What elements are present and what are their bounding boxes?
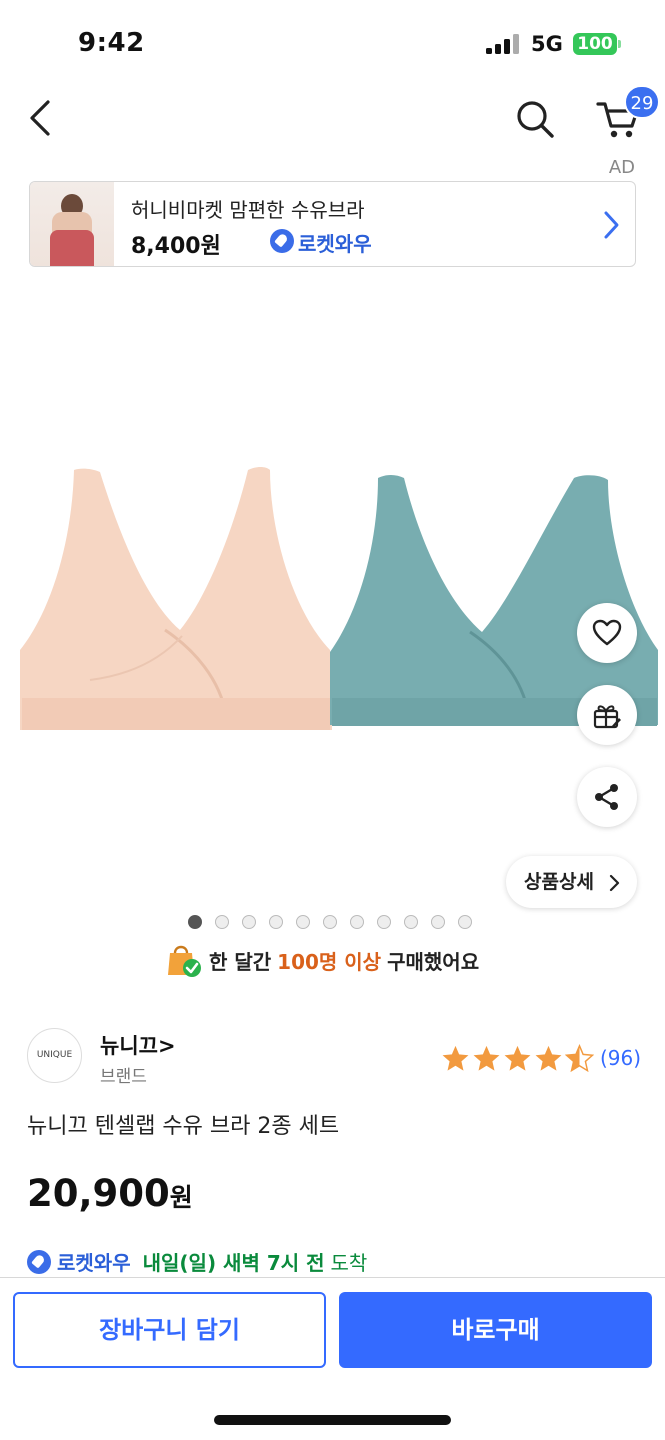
- home-indicator[interactable]: [214, 1415, 451, 1425]
- peach-bra-image: [20, 467, 332, 730]
- rocket-icon: [270, 229, 294, 253]
- page-dot[interactable]: [377, 915, 391, 929]
- popularity-banner: 한 달간 100명 이상 구매했어요: [165, 940, 479, 980]
- delivery-badge: 로켓와우: [57, 1251, 131, 1275]
- product-title: 뉴니끄 텐셀랩 수유 브라 2종 세트: [27, 1114, 340, 1139]
- review-count-link[interactable]: (96): [600, 1046, 641, 1070]
- star-icon: [442, 1045, 469, 1071]
- shopping-bag-check-icon: [168, 945, 201, 977]
- popularity-prefix: 한 달간: [209, 949, 272, 974]
- ad-thumbnail: [30, 182, 114, 266]
- share-icon: [595, 784, 618, 810]
- status-time: 9:42: [78, 28, 145, 58]
- product-detail-label: 상품상세: [524, 871, 594, 893]
- brand-label: 브랜드: [100, 1067, 147, 1087]
- page-dot[interactable]: [242, 915, 256, 929]
- signal-icon: [486, 34, 520, 54]
- star-icon: [535, 1045, 562, 1071]
- rating-stars[interactable]: [441, 1044, 594, 1073]
- image-pagination: [188, 915, 472, 929]
- gift-rocket-icon: [593, 705, 621, 729]
- delivery-info: 로켓와우 내일(일) 새벽 7시 전 도착: [27, 1247, 367, 1276]
- share-button[interactable]: [577, 767, 637, 827]
- price-value: 20,900: [27, 1172, 170, 1215]
- chevron-left-icon: [30, 100, 50, 136]
- search-icon: [517, 101, 554, 138]
- network-label: 5G: [531, 32, 563, 56]
- page-dot[interactable]: [323, 915, 337, 929]
- brand-name-link[interactable]: 뉴니끄>: [100, 1030, 176, 1060]
- page-dot[interactable]: [296, 915, 310, 929]
- ad-title: 허니비마켓 맘편한 수유브라: [131, 198, 365, 222]
- half-star-icon: [565, 1044, 594, 1073]
- page-dot[interactable]: [404, 915, 418, 929]
- star-icon: [504, 1045, 531, 1071]
- product-image[interactable]: [0, 280, 665, 900]
- page-dot[interactable]: [431, 915, 445, 929]
- brand-logo[interactable]: UNIQUE: [27, 1028, 82, 1083]
- buy-now-button[interactable]: 바로구매: [339, 1292, 652, 1368]
- chevron-right-icon: [609, 874, 620, 892]
- page-dot[interactable]: [350, 915, 364, 929]
- ad-banner[interactable]: 허니비마켓 맘편한 수유브라 8,400원 로켓와우: [29, 181, 636, 267]
- product-price: 20,900원: [27, 1172, 193, 1215]
- rocket-icon: [27, 1249, 51, 1274]
- star-icon: [473, 1045, 500, 1071]
- price-currency: 원: [169, 1183, 193, 1212]
- cart-count-badge: 29: [624, 85, 660, 119]
- page-dot[interactable]: [269, 915, 283, 929]
- page-dot[interactable]: [458, 915, 472, 929]
- heart-icon: [592, 619, 622, 646]
- gift-button[interactable]: [577, 685, 637, 745]
- page-dot[interactable]: [188, 915, 202, 929]
- wishlist-button[interactable]: [577, 603, 637, 663]
- delivery-eta: 내일(일) 새벽 7시 전: [142, 1251, 325, 1275]
- back-button[interactable]: [22, 96, 62, 140]
- divider: [0, 1277, 665, 1278]
- delivery-arrive: 도착: [330, 1251, 368, 1275]
- popularity-suffix: 구매했어요: [387, 949, 480, 974]
- ad-rocket-badge: 로켓와우: [298, 232, 372, 256]
- add-to-cart-button[interactable]: 장바구니 담기: [13, 1292, 326, 1368]
- chevron-right-icon: [604, 211, 619, 239]
- popularity-highlight: 100명 이상: [277, 949, 382, 974]
- ad-price: 8,400원: [131, 234, 221, 259]
- brand-logo-text: UNIQUE: [36, 1050, 73, 1060]
- battery-icon: 100: [573, 33, 621, 55]
- search-button[interactable]: [512, 96, 558, 142]
- ad-label: AD: [608, 157, 635, 178]
- page-dot[interactable]: [215, 915, 229, 929]
- product-detail-button[interactable]: 상품상세: [506, 856, 637, 908]
